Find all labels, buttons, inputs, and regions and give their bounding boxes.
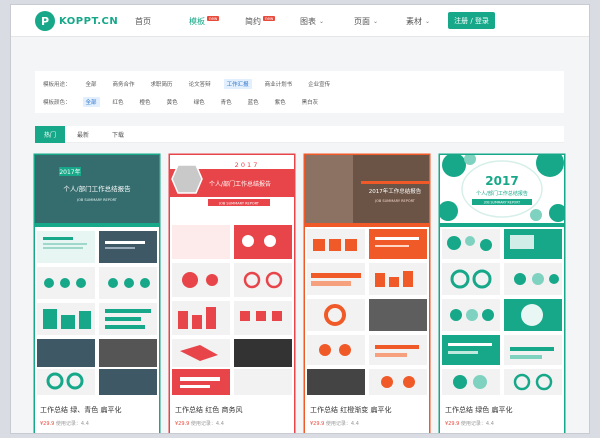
card-heading: 个人/部门工作总结报告 bbox=[476, 190, 528, 197]
filter-option[interactable]: 黄色 bbox=[164, 97, 181, 107]
filter-option-selected[interactable]: 工作汇报 bbox=[224, 79, 252, 89]
thumbnail-image: 2017年 个人/部门工作总结报告 JOB SUMMARY REPORT bbox=[35, 155, 159, 397]
filter-row-usage: 模板用途： 全部 商务合作 求职简历 论文答辩 工作汇报 商业计划书 企业宣传 bbox=[43, 77, 343, 91]
logo-name: KOPPT.CN bbox=[59, 16, 118, 27]
card-title[interactable]: 工作总结 绿、青色 扁平化 bbox=[40, 405, 121, 415]
card-sub: JOB SUMMARY REPORT bbox=[374, 199, 416, 203]
tab-hot[interactable]: 热门 bbox=[35, 126, 65, 143]
card-heading: 个人/部门工作总结报告 bbox=[209, 180, 271, 188]
tab-downloads[interactable]: 下载 bbox=[101, 126, 135, 143]
filter-option[interactable]: 蓝色 bbox=[245, 97, 262, 107]
filter-option-selected[interactable]: 全部 bbox=[83, 97, 100, 107]
site-header: P KOPPT.CN 首页 模板 new 简约 new 图表 ⌄ 页面 ⌄ 素材… bbox=[11, 5, 589, 37]
filter-row-color: 模板颜色： 全部 红色 橙色 黄色 绿色 青色 蓝色 紫色 黑白灰 bbox=[43, 95, 331, 109]
nav-simple[interactable]: 简约 new bbox=[245, 5, 275, 37]
filter-option[interactable]: 紫色 bbox=[272, 97, 289, 107]
template-card[interactable]: 2 0 1 7 个人/部门工作总结报告 JOB SUMMARY REPORT bbox=[170, 155, 294, 434]
card-year: 2 0 1 7 bbox=[235, 161, 258, 169]
template-thumbnail[interactable]: 2 0 1 7 个人/部门工作总结报告 JOB SUMMARY REPORT bbox=[170, 155, 294, 397]
card-meta: ¥29.9 使用记录：4.4 bbox=[310, 420, 359, 427]
nav-charts[interactable]: 图表 ⌄ bbox=[300, 5, 324, 37]
card-usage: 使用记录：4.4 bbox=[461, 421, 494, 427]
nav-templates[interactable]: 模板 new bbox=[189, 5, 219, 37]
thumbnail-image: 2017年工作总结报告 JOB SUMMARY REPORT bbox=[305, 155, 429, 397]
template-thumbnail[interactable]: 2017年工作总结报告 JOB SUMMARY REPORT bbox=[305, 155, 429, 397]
card-year: 2017年工作总结报告 bbox=[369, 187, 422, 195]
logo-mark-icon: P bbox=[35, 11, 55, 31]
sort-tabs: 热门 最新 下载 bbox=[35, 126, 564, 143]
card-year: 2017 bbox=[485, 174, 518, 188]
filter-option[interactable]: 商业计划书 bbox=[262, 79, 296, 89]
tab-latest[interactable]: 最新 bbox=[65, 126, 101, 143]
template-thumbnail[interactable]: 2017 个人/部门工作总结报告 JOB SUMMARY REPORT bbox=[440, 155, 564, 397]
thumbnail-image: 2 0 1 7 个人/部门工作总结报告 JOB SUMMARY REPORT bbox=[170, 155, 294, 397]
card-title[interactable]: 工作总结 红色 商务风 bbox=[175, 405, 242, 415]
card-title[interactable]: 工作总结 绿色 扁平化 bbox=[445, 405, 512, 415]
filter-option[interactable]: 红色 bbox=[110, 97, 127, 107]
card-price: ¥29.9 bbox=[175, 421, 189, 427]
nav-pages[interactable]: 页面 ⌄ bbox=[354, 5, 378, 37]
card-sub: JOB SUMMARY REPORT bbox=[76, 198, 118, 202]
chevron-down-icon: ⌄ bbox=[425, 18, 430, 25]
hot-badge: new bbox=[207, 16, 219, 21]
template-card[interactable]: 2017年工作总结报告 JOB SUMMARY REPORT bbox=[305, 155, 429, 434]
card-sub: JOB SUMMARY REPORT bbox=[218, 202, 260, 206]
card-usage: 使用记录：4.4 bbox=[56, 421, 89, 427]
card-meta: ¥29.9 使用记录：4.4 bbox=[445, 420, 494, 427]
card-meta: ¥29.9 使用记录：4.4 bbox=[175, 420, 224, 427]
card-price: ¥29.9 bbox=[310, 421, 324, 427]
nav-home[interactable]: 首页 bbox=[135, 5, 151, 37]
filter-option[interactable]: 论文答辩 bbox=[186, 79, 214, 89]
card-price: ¥29.9 bbox=[445, 421, 459, 427]
filter-label-usage: 模板用途： bbox=[43, 80, 71, 88]
site-logo[interactable]: P KOPPT.CN bbox=[35, 11, 118, 31]
login-register-button[interactable]: 注册 / 登录 bbox=[448, 12, 495, 29]
card-title[interactable]: 工作总结 红橙渐变 扁平化 bbox=[310, 405, 391, 415]
card-usage: 使用记录：4.4 bbox=[326, 421, 359, 427]
filter-option[interactable]: 全部 bbox=[83, 79, 100, 89]
chevron-down-icon: ⌄ bbox=[373, 18, 378, 25]
template-thumbnail[interactable]: 2017年 个人/部门工作总结报告 JOB SUMMARY REPORT bbox=[35, 155, 159, 397]
browser-frame: P KOPPT.CN 首页 模板 new 简约 new 图表 ⌄ 页面 ⌄ 素材… bbox=[10, 4, 590, 434]
filter-option[interactable]: 商务合作 bbox=[110, 79, 138, 89]
card-usage: 使用记录：4.4 bbox=[191, 421, 224, 427]
template-card[interactable]: 2017 个人/部门工作总结报告 JOB SUMMARY REPORT bbox=[440, 155, 564, 434]
card-meta: ¥29.9 使用记录：4.4 bbox=[40, 420, 89, 427]
filter-option[interactable]: 企业宣传 bbox=[305, 79, 333, 89]
card-heading: 个人/部门工作总结报告 bbox=[63, 184, 131, 193]
card-sub: JOB SUMMARY REPORT bbox=[483, 201, 520, 205]
filter-label-color: 模板颜色： bbox=[43, 98, 71, 106]
card-price: ¥29.9 bbox=[40, 421, 54, 427]
filter-option[interactable]: 黑白灰 bbox=[299, 97, 322, 107]
filter-option[interactable]: 绿色 bbox=[191, 97, 208, 107]
hot-badge: new bbox=[263, 16, 275, 21]
filter-panel: 模板用途： 全部 商务合作 求职简历 论文答辩 工作汇报 商业计划书 企业宣传 … bbox=[35, 71, 564, 113]
chevron-down-icon: ⌄ bbox=[319, 18, 324, 25]
filter-option[interactable]: 橙色 bbox=[137, 97, 154, 107]
nav-materials[interactable]: 素材 ⌄ bbox=[406, 5, 430, 37]
card-year: 2017年 bbox=[59, 168, 80, 176]
template-card[interactable]: 2017年 个人/部门工作总结报告 JOB SUMMARY REPORT bbox=[35, 155, 159, 434]
filter-option[interactable]: 青色 bbox=[218, 97, 235, 107]
filter-option[interactable]: 求职简历 bbox=[148, 79, 176, 89]
thumbnail-image: 2017 个人/部门工作总结报告 JOB SUMMARY REPORT bbox=[440, 155, 564, 397]
